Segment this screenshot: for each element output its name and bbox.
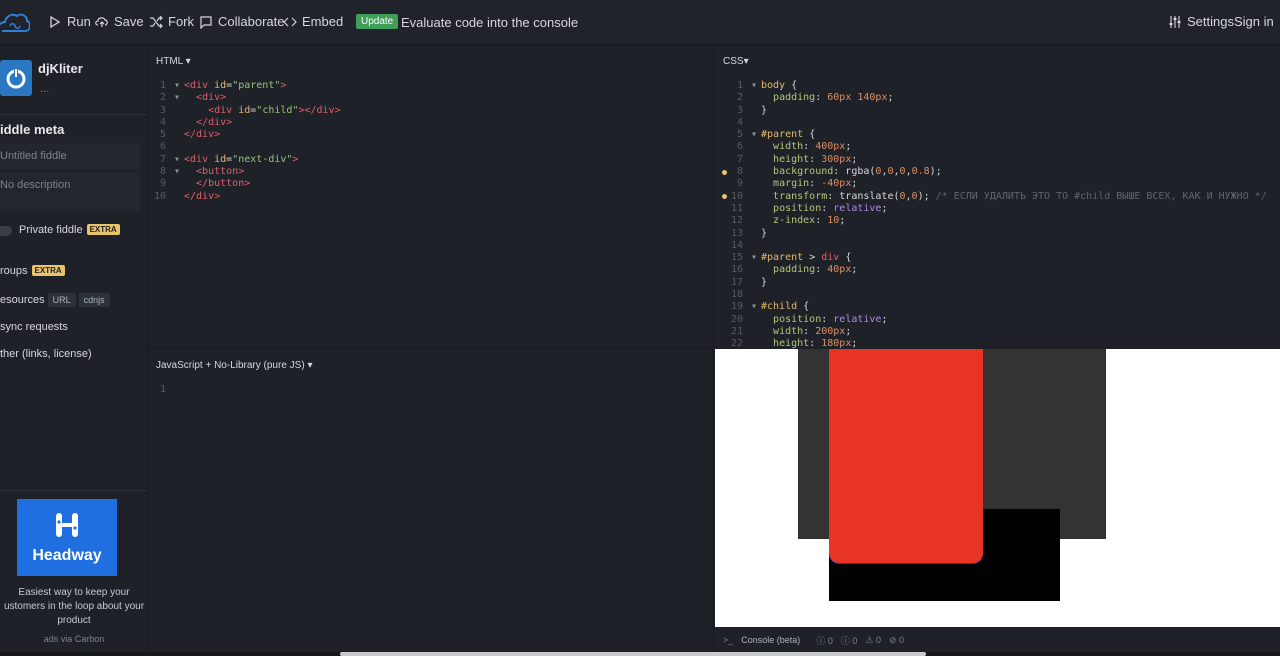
jsfiddle-logo-icon[interactable] bbox=[0, 10, 30, 36]
js-code[interactable]: 1 bbox=[148, 384, 174, 396]
terminal-icon: >_ bbox=[723, 635, 734, 645]
html-panel-title[interactable]: HTML ▾ bbox=[156, 56, 191, 67]
sidebar: djKliter ... iddle meta Untitled fiddle … bbox=[0, 46, 148, 656]
html-editor-panel[interactable]: HTML ▾ 1 ▾ <div id="parent"> 2 ▾ <div> 3 <d… bbox=[148, 46, 714, 349]
sidebar-item-other[interactable]: ther (links, license) bbox=[0, 348, 92, 360]
html-code[interactable]: 1 ▾ <div id="parent"> 2 ▾ <div> 3 <div id="… bbox=[148, 80, 341, 203]
shuffle-icon bbox=[150, 15, 163, 28]
ads-via-carbon[interactable]: ads via Carbon bbox=[0, 634, 148, 644]
ad-text-line: ustomers in the loop about your bbox=[3, 601, 145, 612]
update-badge[interactable]: Update bbox=[356, 14, 399, 29]
fork-label: Fork bbox=[168, 14, 194, 29]
user-subtitle: ... bbox=[40, 83, 50, 95]
css-panel-label: CSS bbox=[723, 56, 744, 67]
ad-text-line: product bbox=[57, 615, 91, 626]
sign-in-link[interactable]: Sign in bbox=[1234, 14, 1274, 29]
css-panel-title[interactable]: CSS▾ bbox=[723, 56, 749, 67]
sidebar-item-async-requests[interactable]: sync requests bbox=[0, 321, 68, 333]
info-count: 0 bbox=[827, 635, 833, 646]
console-label: Console (beta) bbox=[741, 635, 801, 645]
horizontal-scrollbar-thumb[interactable] bbox=[340, 652, 926, 656]
html-panel-label: HTML bbox=[156, 56, 183, 67]
settings-button[interactable]: Settings bbox=[1168, 14, 1234, 29]
ad-banner[interactable]: Headway bbox=[17, 499, 117, 576]
error-count: 0 bbox=[899, 634, 905, 645]
sign-in-label: Sign in bbox=[1234, 14, 1274, 29]
sliders-icon bbox=[1169, 15, 1181, 28]
ad-description[interactable]: Easiest way to keep your ustomers in the… bbox=[0, 586, 148, 628]
ad-text-line: Easiest way to keep your bbox=[18, 587, 130, 598]
log-count: 0 bbox=[852, 635, 858, 646]
js-editor-panel[interactable]: JavaScript + No-Library (pure JS) ▾ 1 bbox=[148, 350, 714, 652]
save-label: Save bbox=[114, 14, 144, 29]
error-count-icon: ⊘ 0 bbox=[888, 634, 905, 645]
ad-brand: Headway bbox=[32, 546, 102, 564]
warning-count: 0 bbox=[875, 634, 881, 645]
collaborate-label: Collaborate bbox=[218, 14, 285, 29]
info-count-icon: ⓘ 0 bbox=[816, 635, 833, 646]
embed-label: Embed bbox=[302, 14, 344, 29]
cdnjs-chip[interactable]: cdnjs bbox=[78, 293, 110, 307]
power-icon bbox=[6, 67, 26, 89]
result-preview[interactable] bbox=[715, 349, 1280, 627]
play-icon bbox=[50, 15, 61, 28]
sidebar-item-resources[interactable]: esources URL cdnjs bbox=[0, 293, 110, 307]
private-toggle[interactable] bbox=[0, 226, 12, 236]
embed-button[interactable]: Embed bbox=[283, 14, 343, 29]
js-panel-title[interactable]: JavaScript + No-Library (pure JS) ▾ bbox=[156, 360, 312, 371]
private-fiddle-text: Private fiddle bbox=[19, 224, 83, 236]
fiddle-title-input[interactable]: Untitled fiddle bbox=[0, 143, 140, 169]
settings-label: Settings bbox=[1187, 14, 1234, 29]
private-fiddle-label: Private fiddle EXTRA bbox=[19, 224, 120, 236]
fiddle-meta-heading: iddle meta bbox=[0, 122, 65, 137]
extra-badge: EXTRA bbox=[86, 224, 120, 235]
log-count-icon: ⓘ 0 bbox=[840, 635, 858, 646]
save-button[interactable]: Save bbox=[95, 14, 144, 29]
run-button[interactable]: Run bbox=[48, 14, 91, 29]
collaborate-button[interactable]: Collaborate bbox=[199, 14, 285, 29]
headway-logo-icon bbox=[53, 511, 81, 543]
top-toolbar: Run Save Fork Collaborate Embed Update E… bbox=[0, 0, 1280, 45]
css-code[interactable]: 1 ▾ body { 2 padding: 60px 140px; 3 } 4 5 ▾… bbox=[725, 80, 1267, 349]
fork-button[interactable]: Fork bbox=[149, 14, 194, 29]
resources-label: esources bbox=[0, 294, 45, 306]
chat-bubble-icon bbox=[200, 15, 212, 29]
extra-badge: EXTRA bbox=[31, 265, 65, 276]
url-chip[interactable]: URL bbox=[47, 293, 76, 307]
user-name[interactable]: djKliter bbox=[38, 61, 83, 76]
update-hint: Evaluate code into the console bbox=[401, 15, 579, 30]
child-box bbox=[829, 349, 983, 563]
fiddle-description-input[interactable]: No description bbox=[0, 173, 140, 211]
warning-count-icon: ⚠ 0 bbox=[865, 634, 881, 645]
console-bar[interactable]: >_ Console (beta) ⓘ 0 ⓘ 0 ⚠ 0 ⊘ 0 bbox=[715, 628, 1280, 652]
sidebar-divider bbox=[0, 490, 148, 491]
js-panel-label: JavaScript + No-Library (pure JS) bbox=[156, 360, 305, 371]
code-brackets-icon bbox=[283, 17, 297, 26]
cloud-upload-icon bbox=[95, 16, 108, 27]
css-editor-panel[interactable]: CSS▾ 1 ▾ body { 2 padding: 60px 140px; 3 }… bbox=[715, 46, 1280, 349]
sidebar-item-groups[interactable]: roups EXTRA bbox=[0, 265, 65, 277]
run-label: Run bbox=[67, 14, 91, 29]
sidebar-divider bbox=[0, 114, 148, 115]
groups-label: roups bbox=[0, 265, 28, 277]
avatar[interactable] bbox=[0, 60, 32, 96]
